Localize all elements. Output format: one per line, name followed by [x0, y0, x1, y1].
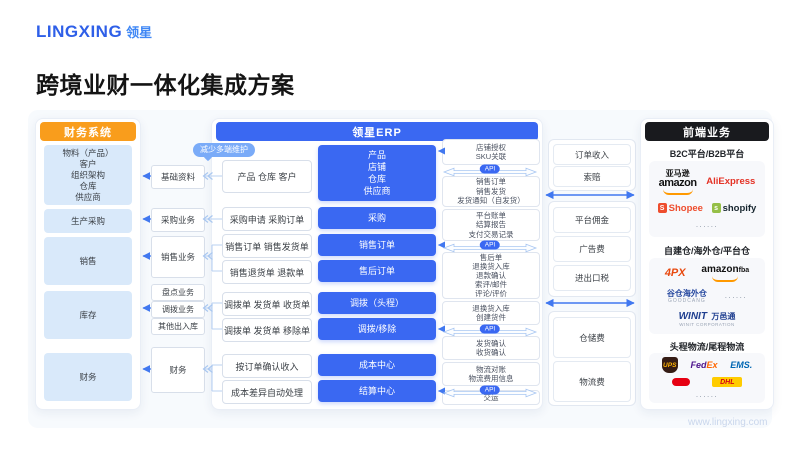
shopify-logo: s shopify [712, 203, 757, 214]
ems-logo: EMS. [730, 360, 752, 370]
erp-tag: 减少多端维护 [193, 143, 255, 157]
shopee-logo: S Shopee [658, 203, 703, 214]
fedex-logo: FedEx [690, 360, 717, 370]
watermark: www.lingxing.com [688, 417, 767, 428]
section-label-warehouse: 自建仓/海外仓/平台仓 [641, 244, 773, 257]
amazon-fba-logo: amazonfba [701, 265, 749, 282]
finance-box-masterdata: 物料（产品） 客户 组织架构 仓库 供应商 [44, 145, 132, 205]
winit-logo: WINIT 万邑通 WINIT CORPORATION [679, 310, 736, 327]
section-label-logistics: 头程物流/尾程物流 [641, 340, 773, 353]
shopee-bag-icon: S [658, 203, 667, 213]
finance-box-inventory: 库存 [44, 291, 132, 339]
amazon-logo: 亚马逊 amazon [659, 169, 697, 195]
finance-box-production: 生产采购 [44, 209, 132, 233]
section-label-b2c: B2C平台/B2B平台 [641, 147, 773, 160]
front-panel: 前端业务 B2C平台/B2B平台 亚马逊 amazon AliExpress S… [640, 118, 774, 410]
erp-panel: 领星ERP [211, 118, 543, 410]
fourpx-logo: 4PX [665, 267, 686, 279]
ellipsis: ...... [696, 221, 718, 229]
finance-panel-header: 财务系统 [40, 122, 136, 141]
brand-logo-en: LINGXING [36, 22, 122, 42]
amazon-swoosh-icon [712, 276, 738, 282]
amazon-swoosh-icon [663, 189, 693, 195]
ellipsis: ...... [725, 292, 747, 300]
finance-box-finance: 财务 [44, 353, 132, 401]
erp-panel-header: 领星ERP [216, 122, 538, 141]
brand-logo: LINGXING 领星 [36, 22, 152, 42]
courier-logo-red [672, 378, 690, 386]
slide: LINGXING 领星 跨境业财一体化集成方案 [0, 0, 800, 450]
page-title: 跨境业财一体化集成方案 [36, 66, 295, 100]
ups-logo: UPS [662, 357, 678, 373]
goodcang-logo: 谷仓海外仓 GOODCANG [667, 289, 707, 304]
front-panel-header: 前端业务 [645, 122, 769, 141]
aliexpress-logo: AliExpress [706, 176, 755, 187]
logistics-logo-card: UPS FedEx EMS. DHL ...... [649, 353, 765, 403]
warehouse-logo-card: 4PX amazonfba 谷仓海外仓 GOODCANG ...... WINI… [649, 258, 765, 334]
finance-box-sales: 销售 [44, 237, 132, 285]
b2c-logo-card: 亚马逊 amazon AliExpress S Shopee s shopify… [649, 161, 765, 237]
finance-panel: 财务系统 物料（产品） 客户 组织架构 仓库 供应商 生产采购 销售 库存 财务 [35, 118, 141, 410]
dhl-logo: DHL [712, 377, 742, 387]
shopify-bag-icon: s [712, 203, 721, 213]
brand-logo-cn: 领星 [126, 22, 152, 41]
ellipsis: ...... [696, 391, 718, 399]
